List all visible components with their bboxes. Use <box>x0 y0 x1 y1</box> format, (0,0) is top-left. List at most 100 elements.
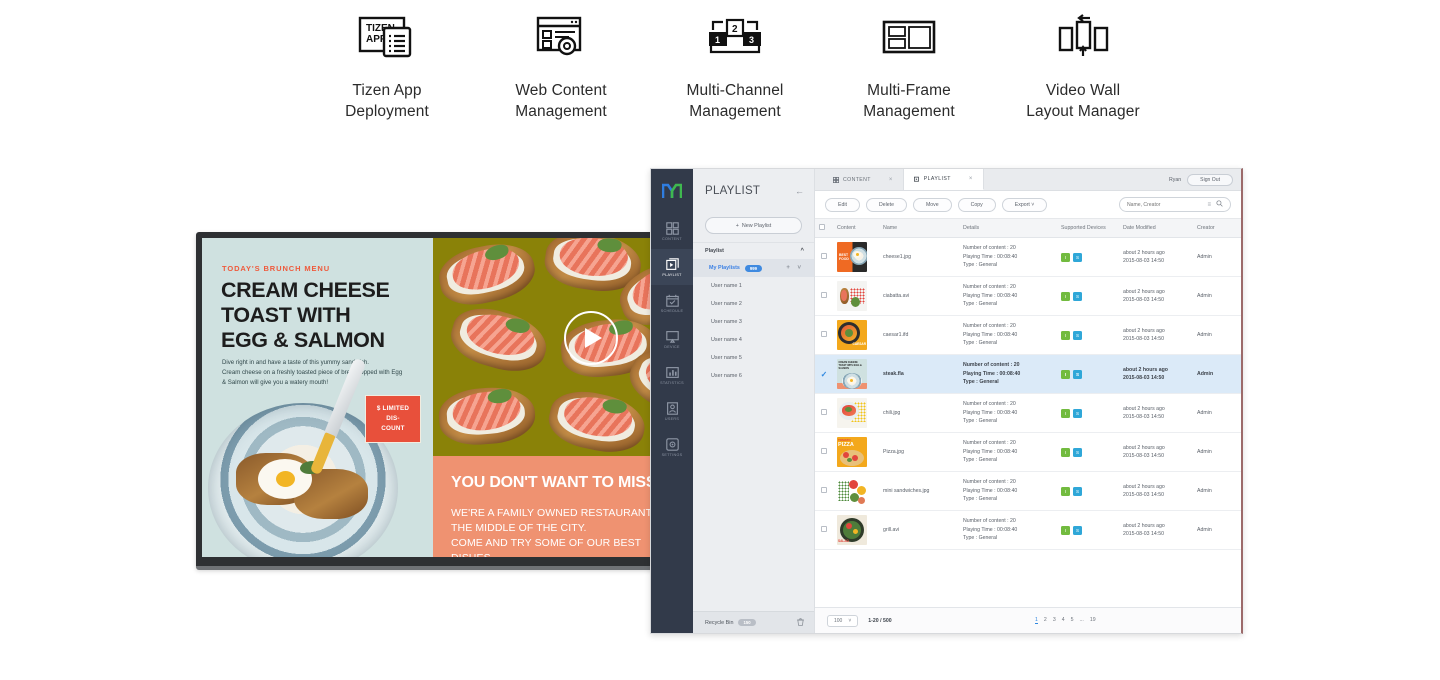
row-checkbox-cell[interactable] <box>815 237 833 277</box>
row-checkbox-cell[interactable]: ✓ <box>815 354 833 394</box>
row-checkbox-checked[interactable]: ✓ <box>821 370 828 379</box>
column-supported-devices[interactable]: Supported Devices <box>1057 219 1119 238</box>
row-thumbnail: CREAM CHEESE TOAST WITH EGG & SALMON <box>833 354 879 394</box>
trash-icon[interactable] <box>797 617 804 628</box>
row-checkbox[interactable] <box>821 526 827 532</box>
row-checkbox[interactable] <box>821 487 827 493</box>
row-checkbox[interactable] <box>821 292 827 298</box>
page-link-3[interactable]: 3 <box>1053 617 1056 624</box>
row-options[interactable] <box>1241 316 1243 355</box>
search-box[interactable]: ≡ <box>1119 197 1231 212</box>
feature-label: Multi-Channel Management <box>687 80 784 122</box>
column-details[interactable]: Details <box>959 219 1057 238</box>
row-options[interactable] <box>1241 277 1243 316</box>
arrow-left-icon[interactable]: ← <box>795 186 804 196</box>
column-options[interactable]: ⋮ <box>1241 219 1243 238</box>
page-size-select[interactable]: 100 ˅ <box>827 614 859 627</box>
copy-button[interactable]: Copy <box>957 197 996 212</box>
row-options[interactable] <box>1241 433 1243 472</box>
table-row[interactable]: TOMATO PIZZA Pizza.jpg Number of content… <box>815 432 1243 472</box>
table-row[interactable]: ✓ CREAM CHEESE TOAST WITH EGG & SALMON s… <box>815 354 1243 394</box>
sidebar-item-playlist[interactable]: PLAYLIST <box>651 249 693 285</box>
tree-item-my-playlists[interactable]: My Playlists 999 + ˅ <box>693 259 814 277</box>
sidebar-item-settings[interactable]: SETTINGS <box>651 429 693 465</box>
row-thumbnail: SALAD <box>833 510 879 550</box>
sidebar-item-schedule[interactable]: SCHEDULE <box>651 285 693 321</box>
close-icon[interactable]: × <box>969 176 973 182</box>
tab-content[interactable]: CONTENT × <box>823 169 904 190</box>
chevron-up-icon[interactable]: ^ <box>800 248 804 254</box>
column-date-modified[interactable]: Date Modified <box>1119 219 1193 238</box>
row-options[interactable] <box>1241 238 1243 277</box>
search-input[interactable] <box>1127 201 1203 208</box>
tree-item-user-4[interactable]: User name 4 <box>693 331 814 349</box>
row-checkbox[interactable] <box>821 409 827 415</box>
page-link-4[interactable]: 4 <box>1062 617 1065 624</box>
column-content[interactable]: Content <box>833 219 879 238</box>
detail-content-count: Number of content : 20 <box>963 245 1016 252</box>
page-link-1[interactable]: 1 <box>1035 617 1038 624</box>
table-row[interactable]: SALAD grill.avi Number of content : 20 P… <box>815 510 1243 550</box>
page-link-19[interactable]: 19 <box>1090 617 1096 624</box>
date-relative: about 2 hours ago <box>1123 249 1165 256</box>
row-checkbox-cell[interactable] <box>815 393 833 433</box>
tab-label: CONTENT <box>843 176 871 183</box>
tree-item-user-3[interactable]: User name 3 <box>693 313 814 331</box>
table-row[interactable]: BEST FOOD cheese1.jpg Number of content :… <box>815 237 1243 277</box>
row-checkbox[interactable] <box>821 253 827 259</box>
device-badge-s: S <box>1073 486 1082 496</box>
page-link-2[interactable]: 2 <box>1044 617 1047 624</box>
feature-multi-frame-management: Multi-Frame Management <box>822 8 996 122</box>
sidebar-item-content[interactable]: CONTENT <box>651 213 693 249</box>
row-thumbnail <box>833 471 879 511</box>
row-date: about 2 hours ago 2015-08-03 14:50 <box>1119 237 1193 277</box>
menu-body-text: Dive right in and have a taste of this y… <box>222 358 422 388</box>
row-checkbox-cell[interactable] <box>815 471 833 511</box>
row-devices: IS <box>1057 276 1119 316</box>
play-icon[interactable] <box>564 311 618 365</box>
row-checkbox-cell[interactable] <box>815 315 833 355</box>
row-checkbox-cell[interactable] <box>815 510 833 550</box>
tree-item-controls[interactable]: + ˅ <box>786 265 804 271</box>
row-checkbox-cell[interactable] <box>815 432 833 472</box>
sign-out-button[interactable]: Sign Out <box>1187 173 1233 186</box>
select-all-checkbox[interactable] <box>819 224 825 230</box>
move-button[interactable]: Move <box>912 197 952 212</box>
close-icon[interactable]: × <box>889 177 893 183</box>
delete-button[interactable]: Delete <box>865 197 907 212</box>
row-options[interactable] <box>1241 394 1243 433</box>
column-creator[interactable]: Creator <box>1193 219 1241 238</box>
row-options[interactable] <box>1241 472 1243 511</box>
table-row[interactable]: mini sandwiches.jpg Number of content : … <box>815 471 1243 511</box>
tree-item-user-6[interactable]: User name 6 <box>693 367 814 385</box>
promo-line2: THE MIDDLE OF THE CITY. <box>451 522 587 534</box>
recycle-bin-item[interactable]: Recycle Bin 150 <box>693 611 814 633</box>
tree-section-playlist[interactable]: Playlist ^ <box>693 242 814 259</box>
export-button[interactable]: Export ˅ <box>1001 197 1048 212</box>
row-checkbox[interactable] <box>821 448 827 454</box>
row-checkbox[interactable] <box>821 331 827 337</box>
edit-button[interactable]: Edit <box>825 197 860 212</box>
new-playlist-button[interactable]: + New Playlist <box>705 217 802 234</box>
table-row[interactable]: ciabatta.avi Number of content : 20 Play… <box>815 276 1243 316</box>
date-relative: about 2 hours ago <box>1123 327 1165 334</box>
tree-item-user-1[interactable]: User name 1 <box>693 277 814 295</box>
column-name[interactable]: Name <box>879 219 959 238</box>
row-options[interactable] <box>1241 355 1243 394</box>
account-area: Ryan Sign Out <box>1169 169 1241 190</box>
row-name: cheese1.jpg <box>879 237 959 277</box>
tree-item-user-2[interactable]: User name 2 <box>693 295 814 313</box>
row-options[interactable] <box>1241 511 1243 550</box>
page-link-5[interactable]: 5 <box>1071 617 1074 624</box>
search-icon[interactable] <box>1216 200 1223 209</box>
select-all-header[interactable] <box>815 219 833 238</box>
sidebar-item-users[interactable]: USERS <box>651 393 693 429</box>
sidebar-item-statistics[interactable]: STATISTICS <box>651 357 693 393</box>
table-row[interactable]: chili.jpg Number of content : 20 Playing… <box>815 393 1243 433</box>
table-row[interactable]: CAESAR caesar1.ifd Number of content : 2… <box>815 315 1243 355</box>
tree-item-user-5[interactable]: User name 5 <box>693 349 814 367</box>
row-checkbox-cell[interactable] <box>815 276 833 316</box>
filter-icon[interactable]: ≡ <box>1207 202 1211 208</box>
tab-playlist[interactable]: PLAYLIST × <box>903 169 984 190</box>
sidebar-item-device[interactable]: DEVICE <box>651 321 693 357</box>
